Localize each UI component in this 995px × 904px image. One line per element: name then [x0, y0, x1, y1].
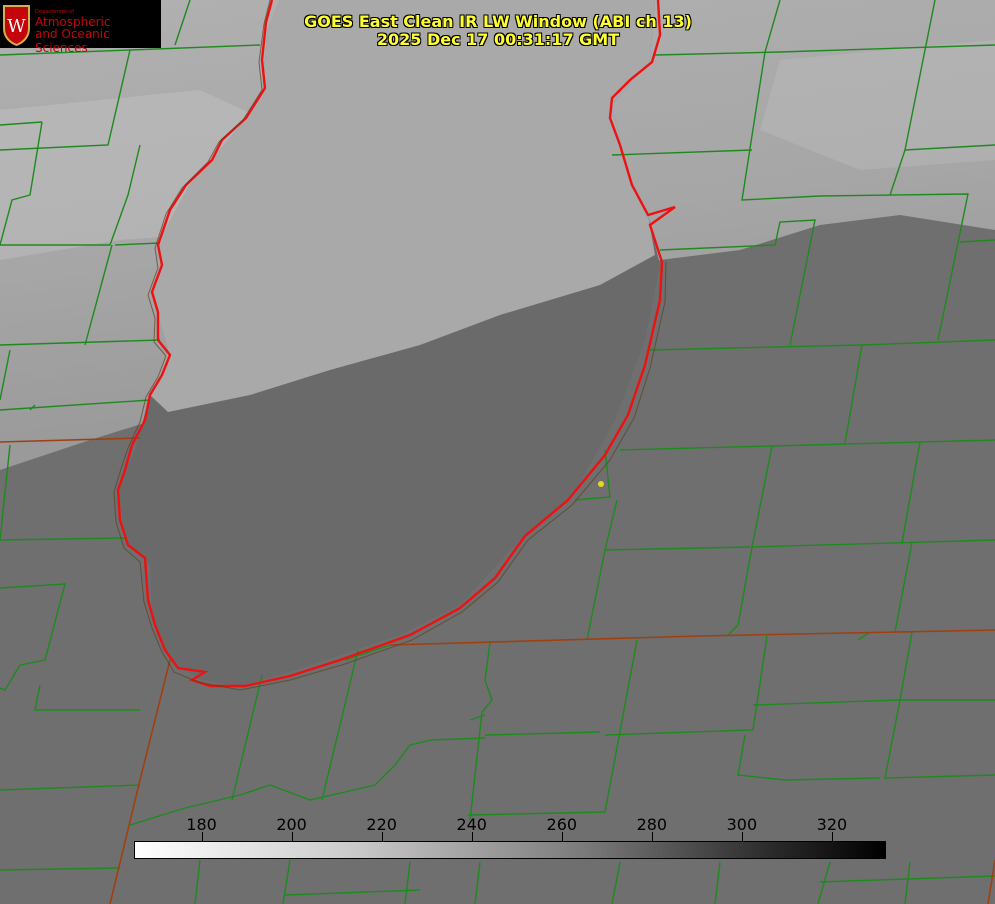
image-timestamp: 2025 Dec 17 00:31:17 GMT [376, 30, 620, 49]
colorbar-tick-mark [291, 832, 293, 841]
colorbar-tick-mark [381, 832, 383, 841]
colorbar-tick-mark [201, 832, 203, 841]
image-title: GOES East Clean IR LW Window (ABI ch 13) [304, 12, 692, 31]
uw-crest-icon: W [3, 5, 30, 46]
colorbar-tick-mark [741, 832, 743, 841]
crest-letter: W [7, 16, 26, 37]
uw-aos-logo[interactable]: W Department of Atmospheric and Oceanic … [0, 0, 161, 55]
satellite-map [0, 0, 995, 904]
colorbar-tick-mark [471, 832, 473, 841]
colorbar-tick-mark [651, 832, 653, 841]
colorbar-gradient [134, 841, 886, 859]
location-marker [598, 481, 604, 487]
colorbar-tick-mark [561, 832, 563, 841]
colorbar-tick-mark [831, 832, 833, 841]
logo-line2: and Oceanic Sciences [35, 27, 110, 55]
